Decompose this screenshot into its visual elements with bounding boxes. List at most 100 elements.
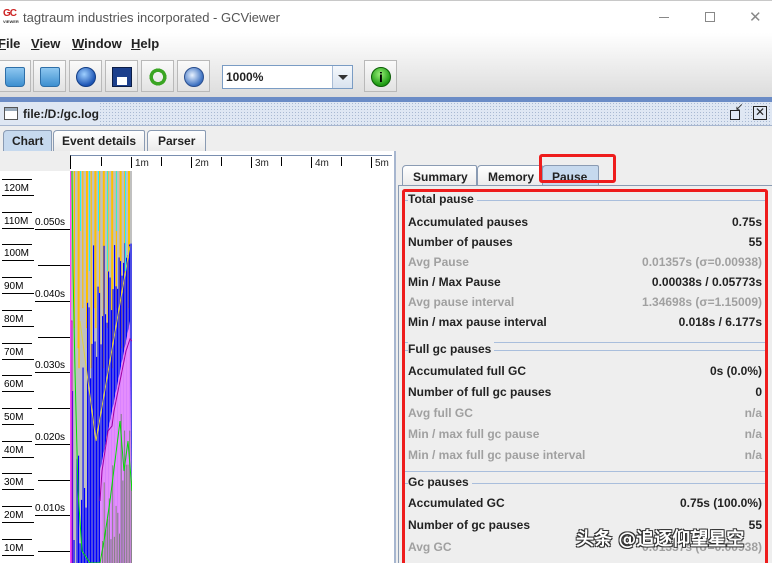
pause-minor-line xyxy=(38,479,70,481)
young-gen-stripe xyxy=(95,171,97,329)
ruler-tick xyxy=(131,157,132,168)
inc-gc-mark xyxy=(89,171,90,271)
ruler-label-5m: 5m xyxy=(375,158,389,169)
tab-event-details[interactable]: Event details xyxy=(53,130,146,151)
ruler-tick xyxy=(311,157,312,168)
watch-button[interactable] xyxy=(177,60,210,92)
refresh-button[interactable] xyxy=(141,60,174,92)
used-heap-bar xyxy=(94,341,96,563)
full-gc-bar xyxy=(105,529,107,563)
memory-minor-line xyxy=(2,244,32,246)
inc-gc-mark xyxy=(116,171,117,231)
full-gc-bar xyxy=(125,464,127,563)
used-heap-bar xyxy=(91,343,93,563)
zoom-select[interactable]: 1000% xyxy=(222,65,353,89)
menu-bar: File View Window Help xyxy=(0,33,772,55)
memory-minor-line xyxy=(2,179,32,180)
memory-minor-line xyxy=(2,473,32,475)
close-button[interactable]: ✕ xyxy=(732,5,772,31)
memory-tick-line xyxy=(2,554,34,556)
full-gc-bar xyxy=(127,464,129,563)
open-file-button[interactable] xyxy=(0,60,31,92)
app-icon-subtext: VIEWER xyxy=(3,19,19,24)
ruler-minor-tick xyxy=(101,157,102,166)
used-heap-bar xyxy=(93,245,95,563)
pause-minor-line xyxy=(38,408,70,409)
memory-tick-line xyxy=(2,358,34,360)
inc-gc-mark xyxy=(98,171,99,231)
used-heap-bar xyxy=(88,307,90,563)
memory-tick-label: 20M xyxy=(4,510,24,521)
ruler-tick xyxy=(251,157,252,168)
ruler-label-2m: 2m xyxy=(195,158,209,169)
about-button[interactable]: i xyxy=(364,60,397,92)
used-heap-bar xyxy=(82,367,84,563)
memory-minor-line xyxy=(2,506,32,507)
memory-tick-line xyxy=(2,456,34,458)
menu-file[interactable]: File xyxy=(0,36,20,51)
ruler-label-1m: 1m xyxy=(135,158,149,169)
full-gc-bar xyxy=(110,539,112,563)
open-url-button[interactable] xyxy=(69,60,102,92)
tab-summary[interactable]: Summary xyxy=(402,165,477,186)
tab-parser[interactable]: Parser xyxy=(147,130,207,151)
pause-minor-line xyxy=(38,551,70,552)
memory-minor-line xyxy=(2,309,32,311)
window-title-bar: GC VIEWER tagtraum industries incorporate… xyxy=(0,0,772,33)
young-gen-stripe xyxy=(82,171,84,309)
pause-tick-line xyxy=(35,443,70,445)
pause-tick-line xyxy=(35,372,70,373)
tab-memory[interactable]: Memory xyxy=(477,165,544,186)
memory-tick-line xyxy=(2,391,34,393)
memory-tick-line xyxy=(2,325,34,327)
pause-tick-line xyxy=(35,300,70,302)
full-gc-bar xyxy=(122,480,124,563)
tab-chart[interactable]: Chart xyxy=(3,130,53,152)
ruler-minor-tick xyxy=(341,157,342,166)
export-icon xyxy=(112,67,132,87)
open-series-button[interactable] xyxy=(33,60,66,92)
pause-tick-label: 0.030s xyxy=(35,360,66,371)
memory-tick-label: 10M xyxy=(4,542,24,554)
used-heap-bar xyxy=(87,302,89,563)
used-heap-bar xyxy=(85,507,87,563)
full-gc-bar xyxy=(115,505,117,563)
menu-help[interactable]: Help xyxy=(131,36,159,51)
used-heap-bar xyxy=(99,292,101,563)
pause-tick-line xyxy=(35,515,70,516)
memory-minor-line xyxy=(2,211,32,213)
menu-window[interactable]: Window xyxy=(72,36,122,51)
time-ruler: 1m 2m 3m 4m 5m xyxy=(70,155,392,169)
memory-minor-line xyxy=(2,342,32,344)
open-url-icon xyxy=(76,67,96,87)
memory-tick-label: 80M xyxy=(4,313,24,325)
minimize-button[interactable] xyxy=(640,5,686,31)
memory-minor-line xyxy=(2,277,32,279)
maximize-button[interactable] xyxy=(686,5,732,31)
memory-tick-line xyxy=(2,522,34,523)
full-gc-bar xyxy=(107,519,109,563)
close-document-icon[interactable]: ✕ xyxy=(753,106,767,120)
young-gen-stripe xyxy=(78,171,80,369)
inc-gc-mark xyxy=(80,171,81,231)
memory-minor-line xyxy=(2,440,32,442)
pause-tick-label: 0.020s xyxy=(35,431,66,443)
memory-minor-line xyxy=(2,538,32,540)
maximize-icon xyxy=(705,12,715,22)
restore-icon[interactable] xyxy=(729,102,743,120)
ruler-tick xyxy=(371,157,372,168)
menu-view[interactable]: View xyxy=(31,36,60,51)
used-heap-bar xyxy=(96,356,98,563)
toolbar: i xyxy=(0,55,772,97)
full-gc-bar xyxy=(113,536,115,563)
gcviewer-logo-icon: GC VIEWER xyxy=(3,9,19,25)
chart-panel: 1m 2m 3m 4m 5m 120M 110M 100M 90M 80M 70M 60M 5… xyxy=(0,151,396,563)
inc-gc-mark xyxy=(125,171,126,271)
inc-gc-mark xyxy=(107,171,108,271)
chevron-down-icon[interactable] xyxy=(332,66,352,88)
chart-empty-area xyxy=(132,171,394,563)
document-title-bar: file:/D:/gc.log ✕ xyxy=(0,102,772,126)
ruler-minor-tick xyxy=(161,157,162,166)
memory-tick-label: 100M xyxy=(4,248,30,260)
export-button[interactable] xyxy=(105,60,138,92)
